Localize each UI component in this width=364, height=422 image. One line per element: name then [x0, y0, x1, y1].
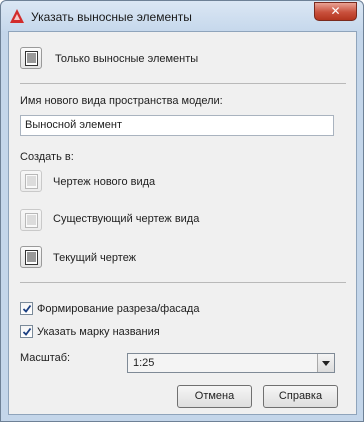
chevron-down-icon	[322, 361, 330, 366]
existing-view-drawing-button[interactable]	[20, 209, 42, 231]
scale-dropdown[interactable]: 1:25	[127, 353, 335, 373]
view-name-value: Выносной элемент	[25, 119, 123, 131]
close-icon: ✕	[330, 4, 341, 18]
scale-value: 1:25	[133, 357, 155, 369]
specify-title-mark-label: Указать марку названия	[37, 326, 160, 338]
autocad-logo-icon	[10, 9, 24, 23]
new-view-drawing-button[interactable]	[20, 170, 42, 192]
document-list-icon	[25, 174, 38, 189]
separator	[20, 282, 346, 283]
window-title: Указать выносные элементы	[31, 10, 192, 24]
only-callouts-label: Только выносные элементы	[55, 53, 199, 65]
dialog-body: Только выносные элементы Имя нового вида…	[8, 31, 357, 415]
existing-view-drawing-label: Существующий чертеж вида	[53, 213, 200, 225]
help-button[interactable]: Справка	[263, 385, 338, 408]
document-list-icon	[25, 51, 38, 66]
new-view-drawing-label: Чертеж нового вида	[53, 176, 156, 188]
section-elevation-label: Формирование разреза/фасада	[37, 303, 200, 315]
close-button[interactable]: ✕	[314, 2, 357, 21]
title-bar[interactable]: Указать выносные элементы ✕	[1, 1, 363, 31]
dropdown-arrow[interactable]	[317, 354, 334, 372]
current-drawing-button[interactable]	[20, 246, 42, 268]
checkmark-icon	[22, 327, 32, 336]
section-elevation-checkbox[interactable]	[20, 302, 33, 315]
view-name-label: Имя нового вида пространства модели:	[20, 95, 223, 107]
current-drawing-label: Текущий чертеж	[53, 252, 137, 264]
checkmark-icon	[22, 304, 32, 313]
scale-label: Масштаб:	[20, 352, 71, 364]
create-in-label: Создать в:	[20, 151, 74, 163]
view-name-input[interactable]: Выносной элемент	[20, 115, 334, 136]
cancel-button[interactable]: Отмена	[177, 385, 252, 408]
document-list-icon	[25, 213, 38, 228]
separator	[20, 83, 346, 84]
specify-title-mark-checkbox[interactable]	[20, 325, 33, 338]
document-list-icon	[25, 250, 38, 265]
dialog-window: Указать выносные элементы ✕ Только вынос…	[0, 0, 364, 422]
only-callouts-button[interactable]	[20, 47, 42, 69]
